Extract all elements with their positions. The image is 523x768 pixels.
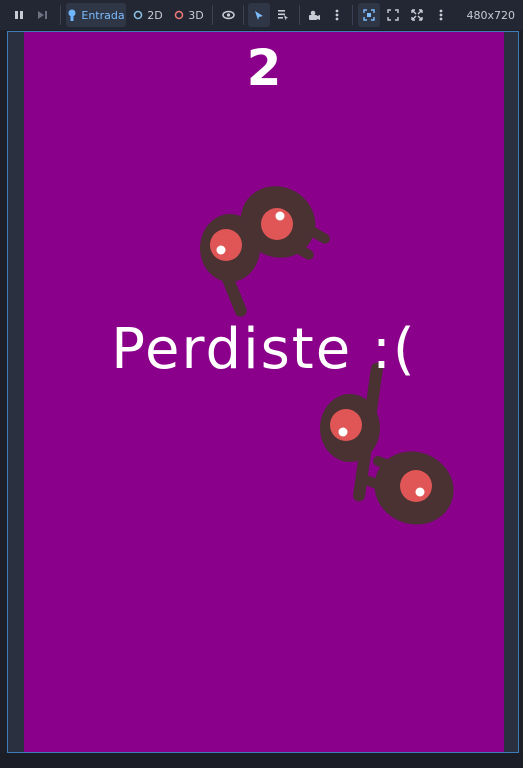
mode-2d-button[interactable]: 2D <box>131 3 165 27</box>
visibility-button[interactable] <box>218 3 238 27</box>
frame-icon <box>363 9 375 21</box>
entrada-button[interactable]: Entrada <box>66 3 126 27</box>
camera-button[interactable] <box>304 3 324 27</box>
embed-frame-button[interactable] <box>358 3 380 27</box>
game-sprites <box>200 186 454 525</box>
list-select-button[interactable] <box>273 3 293 27</box>
game-canvas[interactable]: 2 Perdiste :( <box>24 32 504 752</box>
more-icon <box>439 9 443 21</box>
resolution-label: 480x720 <box>466 8 515 22</box>
entrada-label: Entrada <box>81 8 125 22</box>
game-over-message: Perdiste :( <box>111 317 417 382</box>
pause-icon <box>15 11 23 19</box>
camera-options-button[interactable] <box>329 3 345 27</box>
eye-icon <box>221 10 235 20</box>
camera-icon <box>308 10 320 20</box>
mode-3d-label: 3D <box>188 8 204 22</box>
mode-2d-label: 2D <box>147 8 163 22</box>
viewport-right-margin <box>504 32 518 752</box>
enemy-character-upper-left <box>200 214 260 317</box>
editor-bottom-bar <box>0 753 523 768</box>
step-icon <box>38 11 47 19</box>
score-label: 2 <box>246 39 282 97</box>
input-icon <box>68 9 76 21</box>
eye-icon <box>210 229 242 261</box>
eye-icon <box>330 409 362 441</box>
expand-icon <box>387 9 399 21</box>
more-icon <box>335 9 339 21</box>
select-tool-button[interactable] <box>248 3 270 27</box>
circle-2d-icon <box>134 10 143 20</box>
view-options-button[interactable] <box>433 3 449 27</box>
viewport-left-margin <box>8 32 24 752</box>
pause-button[interactable] <box>9 3 29 27</box>
list-select-icon <box>278 10 288 21</box>
fullscreen-icon <box>411 9 423 21</box>
select-arrow-icon <box>255 10 263 20</box>
mode-3d-button[interactable]: 3D <box>172 3 206 27</box>
fullscreen-button[interactable] <box>407 3 427 27</box>
expand-button[interactable] <box>383 3 403 27</box>
eye-icon <box>400 470 432 502</box>
step-frame-button[interactable] <box>33 3 53 27</box>
editor-toolbar: Entrada 2D 3D 480x720 <box>0 0 523 30</box>
circle-3d-icon <box>175 10 184 20</box>
